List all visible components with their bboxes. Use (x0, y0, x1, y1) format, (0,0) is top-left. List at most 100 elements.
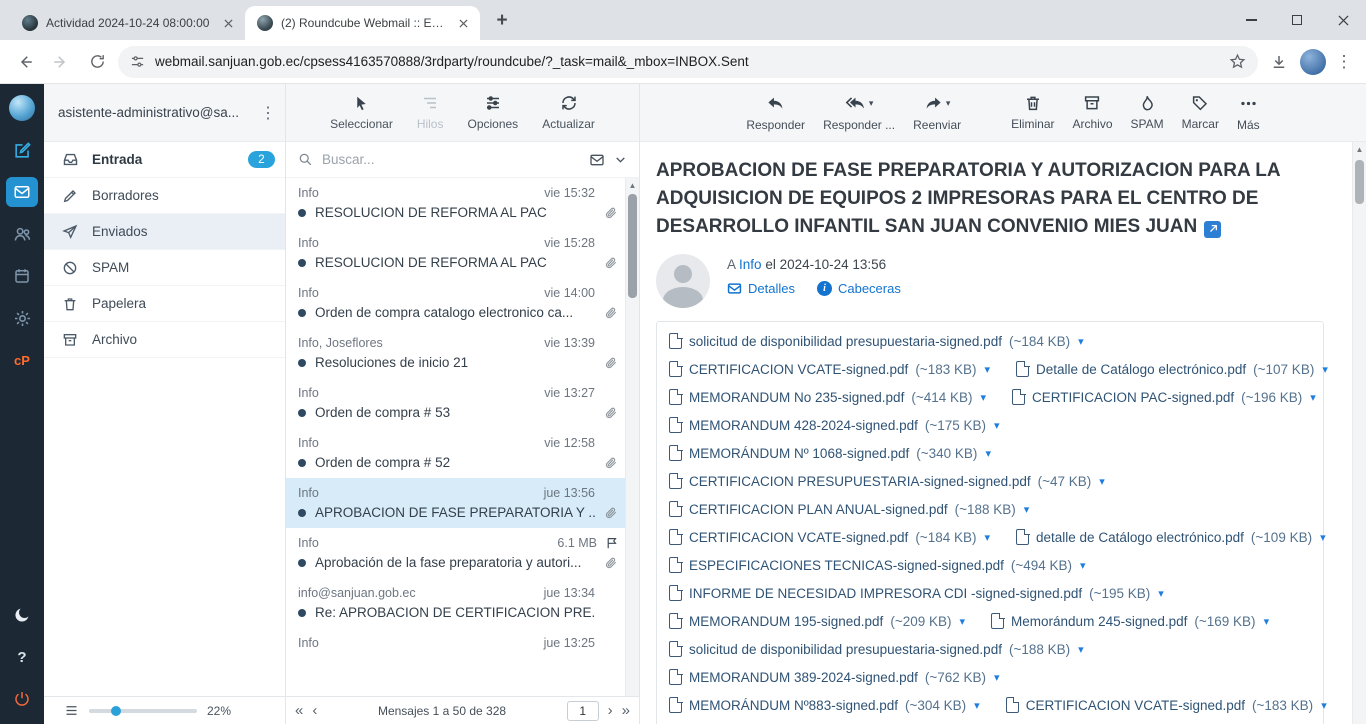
prev-page-button[interactable]: ‹ (312, 703, 317, 718)
attachment-menu-caret-icon[interactable]: ▾ (984, 531, 990, 544)
message-row[interactable]: Infovie 14:00 Orden de compra catalogo e… (286, 278, 639, 328)
attachment-name[interactable]: MEMORANDUM 389-2024-signed.pdf (689, 670, 918, 685)
attachment-name[interactable]: ESPECIFICACIONES TECNICAS-signed-signed.… (689, 558, 1004, 573)
recipient-link[interactable]: Info (739, 257, 762, 272)
attachment-item[interactable]: CERTIFICACION PAC-signed.pdf(~196 KB)▾ (1012, 389, 1316, 405)
tab-close-icon[interactable] (455, 15, 472, 32)
more-button[interactable]: Más (1237, 94, 1260, 132)
attachment-menu-caret-icon[interactable]: ▾ (1080, 559, 1086, 572)
search-scope-mail-icon[interactable] (589, 152, 605, 168)
folder-borradores[interactable]: Borradores (44, 178, 285, 214)
minimize-button[interactable] (1228, 0, 1274, 40)
logout-power-icon[interactable] (6, 684, 38, 714)
attachment-menu-caret-icon[interactable]: ▾ (1024, 503, 1030, 516)
attachment-menu-caret-icon[interactable]: ▾ (1078, 643, 1084, 656)
unread-dot-icon[interactable] (298, 259, 306, 267)
list-density-icon[interactable] (64, 703, 79, 718)
message-row[interactable]: Infovie 13:27 Orden de compra # 53 (286, 378, 639, 428)
search-input[interactable] (322, 152, 580, 167)
attachment-name[interactable]: CERTIFICACION PLAN ANUAL-signed.pdf (689, 502, 948, 517)
settings-gear-icon[interactable] (6, 303, 38, 333)
message-row[interactable]: Infovie 15:32 RESOLUCION DE REFORMA AL P… (286, 178, 639, 228)
attachment-name[interactable]: solicitud de disponibilidad presupuestar… (689, 334, 1002, 349)
page-number-input[interactable] (567, 701, 599, 721)
mark-button[interactable]: Marcar (1182, 94, 1219, 131)
attachment-name[interactable]: CERTIFICACION PRESUPUESTARIA-signed-sign… (689, 474, 1031, 489)
tab-close-icon[interactable] (220, 15, 237, 32)
attachment-item[interactable]: CERTIFICACION VCATE-signed.pdf(~184 KB)▾ (669, 529, 990, 545)
folder-archivo[interactable]: Archivo (44, 322, 285, 358)
omnibox[interactable]: webmail.sanjuan.gob.ec/cpsess4163570888/… (118, 46, 1258, 78)
attachment-name[interactable]: detalle de Catálogo electrónico.pdf (1036, 530, 1244, 545)
unread-dot-icon[interactable] (298, 409, 306, 417)
forward-button[interactable]: ▾ Reenviar (913, 94, 961, 132)
attachment-item[interactable]: CERTIFICACION VCATE-signed.pdf(~183 KB)▾ (669, 361, 990, 377)
message-row[interactable]: Infovie 15:28 RESOLUCION DE REFORMA AL P… (286, 228, 639, 278)
calendar-icon[interactable] (6, 261, 38, 291)
attachment-menu-caret-icon[interactable]: ▾ (1321, 699, 1327, 712)
attachment-menu-caret-icon[interactable]: ▾ (1158, 587, 1164, 600)
unread-dot-icon[interactable] (298, 609, 306, 617)
attachment-item[interactable]: ESPECIFICACIONES TECNICAS-signed-signed.… (669, 557, 1086, 573)
message-row[interactable]: Info, Josefloresvie 13:39 Resoluciones d… (286, 328, 639, 378)
message-row[interactable]: Infovie 12:58 Orden de compra # 52 (286, 428, 639, 478)
attachment-item[interactable]: solicitud de disponibilidad presupuestar… (669, 641, 1084, 657)
list-scrollbar-thumb[interactable] (628, 194, 637, 298)
attachment-name[interactable]: MEMORANDUM 428-2024-signed.pdf (689, 418, 918, 433)
reload-icon[interactable] (82, 47, 112, 77)
site-settings-icon[interactable] (130, 54, 145, 69)
reply-all-button[interactable]: ▾ Responder ... (823, 94, 895, 132)
scroll-up-icon[interactable]: ▲ (626, 178, 639, 192)
message-row-selected[interactable]: Infojue 13:56 APROBACION DE FASE PREPARA… (286, 478, 639, 528)
attachment-menu-caret-icon[interactable]: ▾ (1320, 531, 1326, 544)
attachment-item[interactable]: MEMORANDUM No 235-signed.pdf(~414 KB)▾ (669, 389, 986, 405)
attachment-item[interactable]: CERTIFICACION VCATE-signed.pdf(~183 KB)▾ (1006, 697, 1327, 713)
folder-spam[interactable]: SPAM (44, 250, 285, 286)
message-row[interactable]: Infojue 13:25 (286, 628, 639, 658)
reply-all-caret-icon[interactable]: ▾ (869, 98, 874, 109)
open-in-new-window-icon[interactable] (1204, 221, 1221, 238)
scroll-up-icon[interactable]: ▲ (1353, 142, 1366, 156)
reply-button[interactable]: Responder (746, 94, 805, 132)
close-button[interactable] (1320, 0, 1366, 40)
attachment-menu-caret-icon[interactable]: ▾ (1078, 335, 1084, 348)
attachment-name[interactable]: INFORME DE NECESIDAD IMPRESORA CDI -sign… (689, 586, 1082, 601)
message-row[interactable]: Info6.1 MB Aprobación de la fase prepara… (286, 528, 639, 578)
attachment-item[interactable]: CERTIFICACION PLAN ANUAL-signed.pdf(~188… (669, 501, 1029, 517)
contacts-icon[interactable] (6, 219, 38, 249)
maximize-button[interactable] (1274, 0, 1320, 40)
threads-button[interactable]: Hilos (417, 94, 444, 131)
cpanel-logo[interactable]: cP (6, 345, 38, 375)
attachment-item[interactable]: MEMORANDUM 428-2024-signed.pdf(~175 KB)▾ (669, 417, 1000, 433)
back-icon[interactable] (10, 47, 40, 77)
attachment-menu-caret-icon[interactable]: ▾ (1322, 363, 1328, 376)
unread-dot-icon[interactable] (298, 509, 306, 517)
tab-actividad[interactable]: Actividad 2024-10-24 08:00:00 (10, 6, 245, 40)
attachment-menu-caret-icon[interactable]: ▾ (1099, 475, 1105, 488)
attachment-item[interactable]: MEMORÁNDUM Nº883-signed.pdf(~304 KB)▾ (669, 697, 980, 713)
help-icon[interactable]: ? (6, 642, 38, 672)
list-scrollbar[interactable]: ▲ (625, 178, 639, 696)
new-tab-button[interactable]: + (488, 7, 516, 35)
downloads-icon[interactable] (1264, 47, 1294, 77)
attachment-name[interactable]: solicitud de disponibilidad presupuestar… (689, 642, 1002, 657)
archive-button[interactable]: Archivo (1072, 94, 1112, 131)
attachment-name[interactable]: MEMORANDUM No 235-signed.pdf (689, 390, 904, 405)
tab-roundcube[interactable]: (2) Roundcube Webmail :: Envia (245, 6, 480, 40)
select-button[interactable]: Seleccionar (330, 95, 393, 131)
next-page-button[interactable]: › (608, 703, 613, 718)
url-text[interactable]: webmail.sanjuan.gob.ec/cpsess4163570888/… (155, 54, 1219, 69)
folder-papelera[interactable]: Papelera (44, 286, 285, 322)
attachment-menu-caret-icon[interactable]: ▾ (981, 391, 987, 404)
message-row[interactable]: info@sanjuan.gob.ecjue 13:34 Re: APROBAC… (286, 578, 639, 628)
attachment-item[interactable]: MEMORÁNDUM Nº 1068-signed.pdf(~340 KB)▾ (669, 445, 991, 461)
unread-dot-icon[interactable] (298, 209, 306, 217)
browser-menu-icon[interactable]: ⋮ (1332, 52, 1356, 72)
attachment-menu-caret-icon[interactable]: ▾ (994, 671, 1000, 684)
attachment-name[interactable]: CERTIFICACION PAC-signed.pdf (1032, 390, 1234, 405)
junk-button[interactable]: SPAM (1131, 94, 1164, 131)
options-button[interactable]: Opciones (467, 94, 518, 131)
first-page-button[interactable]: « (295, 703, 303, 718)
attachment-menu-caret-icon[interactable]: ▾ (984, 363, 990, 376)
bookmark-star-icon[interactable] (1229, 53, 1246, 70)
